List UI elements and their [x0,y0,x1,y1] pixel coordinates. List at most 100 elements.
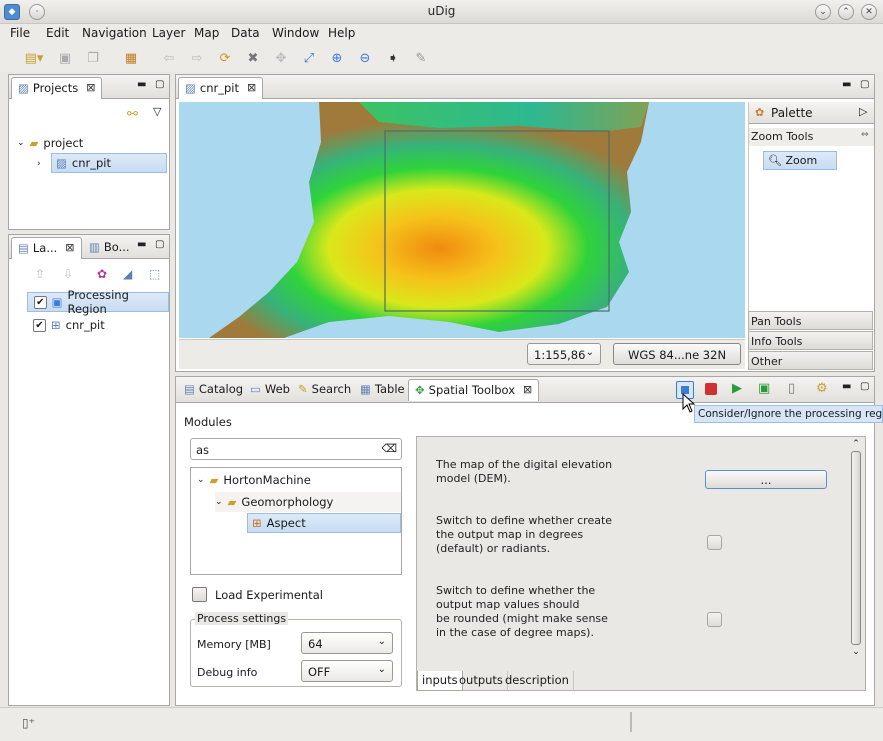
drawer-toggle-icon[interactable]: ⇔ [861,130,869,140]
scrollbar-thumb[interactable] [851,451,861,645]
run-icon[interactable]: ▶ [732,381,742,396]
menu-help[interactable]: Help [328,26,355,40]
browse-dem-button[interactable]: ... [705,470,827,489]
chevron-right-icon[interactable]: ▷ [859,105,867,118]
maximize-icon[interactable]: ▢ [155,79,164,90]
pan-icon[interactable]: ✥ [272,49,290,67]
move-down-icon[interactable]: ⇩ [63,267,73,281]
stop-icon[interactable] [705,383,717,395]
tree-item-geomorphology[interactable]: ⌄ ▰ Geomorphology [215,492,401,512]
crs-button[interactable]: WGS 84...ne 32N [613,343,741,365]
layer-item-processing-region[interactable]: ✔ ▣ Processing Region [27,288,169,316]
refresh-icon[interactable]: ⟳ [216,49,234,67]
zoom-in-icon[interactable]: ⊕ [328,49,346,67]
pan-tools-drawer[interactable]: Pan Tools [748,311,873,330]
menu-map[interactable]: Map [194,26,219,40]
new-icon[interactable]: ▤▾ [20,49,48,67]
chevron-right-icon[interactable]: › [37,159,41,169]
menu-navigation[interactable]: Navigation [82,26,147,40]
scale-combo[interactable]: 1:155,86 ⌄ [527,343,601,365]
clear-icon[interactable]: ⌫ [381,442,397,455]
forward-icon[interactable]: ⇨ [188,49,206,67]
style-icon[interactable]: ✿ [97,267,107,281]
subtab-outputs[interactable]: outputs [455,671,508,691]
close-icon[interactable]: ⊠ [65,241,74,254]
minimize-icon[interactable]: ▬ [842,79,851,90]
tab-projects[interactable]: ▨ Projects ⊠ [11,77,103,99]
chevron-up-icon[interactable]: ⌃ [849,439,863,449]
eraser-icon[interactable]: ✎ [412,49,430,67]
layer-checkbox[interactable]: ✔ [34,295,47,309]
layer-checkbox[interactable]: ✔ [33,318,46,332]
close-icon[interactable]: ⊠ [523,383,532,396]
debug-combo[interactable]: OFF ⌄ [301,660,393,682]
chevron-down-icon[interactable]: ⌄ [197,475,205,485]
link-icon[interactable]: ⚯ [127,107,138,122]
rounded-checkbox[interactable] [707,612,722,627]
maximize-button[interactable]: ⌃ [838,4,854,20]
tab-map-cnr-pit[interactable]: ▨ cnr_pit ⊠ [178,77,264,99]
minimize-icon[interactable]: ▬ [842,381,851,392]
load-experimental-option[interactable]: Load Experimental [192,587,323,602]
save-icon[interactable]: ▣ [56,49,74,67]
layer-item-cnr-pit[interactable]: ✔ ⊞ cnr_pit [27,315,169,335]
tree-item-cnr-pit-selected[interactable]: ▨ cnr_pit [51,153,167,173]
tab-search[interactable]: ✎ Search [292,379,357,401]
tab-web[interactable]: ▭ Web [244,379,296,401]
tab-table[interactable]: ▦ Table [354,379,411,401]
zoom-extent-icon[interactable]: ⤢ [300,49,318,67]
maximize-icon[interactable]: ▢ [860,79,869,90]
tree-item-cnr-pit[interactable]: › [37,154,41,174]
chevron-down-icon[interactable]: ⌄ [849,647,863,657]
minimize-icon[interactable]: ▬ [137,239,146,250]
tab-catalog[interactable]: ▤ Catalog [178,379,249,401]
minimize-icon[interactable]: ▬ [137,79,146,90]
chevron-down-icon[interactable]: ⌄ [815,4,831,20]
status-bar: ▯⁺ [0,707,883,741]
run-script-icon[interactable]: ▣ [758,381,770,396]
info-tools-drawer[interactable]: Info Tools [748,331,873,350]
subtab-description[interactable]: description [501,671,574,691]
close-icon[interactable]: ⊠ [86,81,95,94]
close-button[interactable]: ✕ [861,4,877,20]
menu-edit[interactable]: Edit [46,26,69,40]
save-all-icon[interactable]: ❐ [84,49,102,67]
status-icon[interactable]: ▯⁺ [22,716,35,730]
menu-data[interactable]: Data [231,26,260,40]
memory-combo[interactable]: 64 ⌄ [301,632,393,654]
document-icon[interactable]: ▯ [788,381,795,396]
zoom-out-icon[interactable]: ⊖ [356,49,374,67]
tab-layers[interactable]: ▤ La... ⊠ [11,237,82,259]
zoom-tool-item[interactable]: 🔍︎ Zoom [763,151,837,170]
tab-spatial-toolbox[interactable]: ✥ Spatial Toolbox ⊠ [408,379,540,401]
zoom-tools-drawer[interactable]: Zoom Tools ⇔ [749,128,874,146]
vertical-scrollbar[interactable]: ⌃ ⌄ [849,439,863,669]
close-icon[interactable]: ⊠ [247,81,256,94]
map-canvas[interactable] [179,102,745,338]
view-menu-icon[interactable]: ▽ [153,105,161,118]
select-layer-icon[interactable]: ⬚ [149,267,160,281]
gear-icon[interactable]: ⚙ [816,381,828,396]
tree-item-project[interactable]: ⌄ ▰ project [17,133,83,153]
menu-window[interactable]: Window [272,26,319,40]
zoom-layer-icon[interactable]: ◢ [123,267,132,281]
chevron-down-icon[interactable]: ⌄ [215,497,223,507]
tree-item-aspect[interactable]: ⊞ Aspect [247,513,401,533]
degrees-checkbox[interactable] [707,535,722,550]
cancel-icon[interactable]: ✖ [244,49,262,67]
properties-icon[interactable]: ▦ [122,49,140,67]
tree-item-hortonmachine[interactable]: ⌄ ▰ HortonMachine [197,470,311,490]
tab-bookmarks[interactable]: ▥ Bo... [83,237,136,259]
load-experimental-checkbox[interactable] [192,587,207,602]
parameters-pane: The map of the digital elevation model (… [416,436,866,691]
chevron-down-icon[interactable]: ⌄ [17,138,25,148]
module-search-input[interactable]: as ⌫ [190,438,402,460]
menu-layer[interactable]: Layer [152,26,185,40]
next-icon[interactable]: ➧ [384,49,402,67]
back-icon[interactable]: ⇦ [160,49,178,67]
menu-file[interactable]: File [10,26,30,40]
maximize-icon[interactable]: ▢ [155,239,164,250]
other-tools-drawer[interactable]: Other [748,351,873,370]
move-up-icon[interactable]: ⇧ [35,267,45,281]
maximize-icon[interactable]: ▢ [860,381,869,392]
